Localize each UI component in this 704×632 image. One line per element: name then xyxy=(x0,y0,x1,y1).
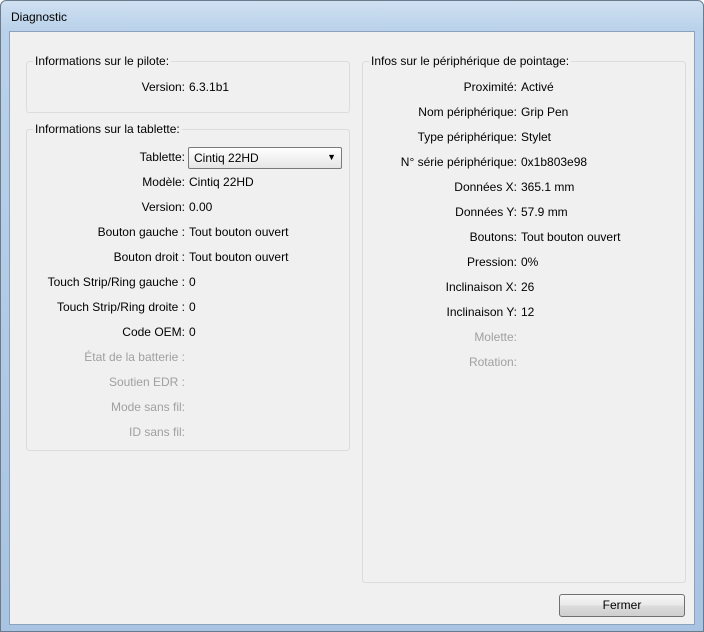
info-row-value: 0% xyxy=(521,255,539,269)
info-row-value: Cintiq 22HD xyxy=(189,175,254,189)
info-row-value: 365.1 mm xyxy=(521,180,575,194)
info-row-label: Code OEM: xyxy=(122,325,185,339)
tablet-info-group-label: Informations sur la tablette: xyxy=(33,122,182,136)
info-row-label: Boutons: xyxy=(469,230,517,244)
window-title: Diagnostic xyxy=(11,10,68,24)
info-row-label: ID sans fil: xyxy=(128,425,185,439)
info-row: Modèle: Cintiq 22HD xyxy=(27,175,351,191)
driver-info-group: Informations sur le pilote: Version: 6.3… xyxy=(26,54,351,113)
info-row-label: Touch Strip/Ring droite : xyxy=(56,300,185,314)
info-row: État de la batterie : xyxy=(27,350,351,366)
tablet-select-value: Cintiq 22HD xyxy=(194,151,259,165)
tablet-select[interactable]: Cintiq 22HD ▼ xyxy=(188,147,342,169)
title-bar[interactable]: Diagnostic xyxy=(1,1,703,31)
info-row: ID sans fil: xyxy=(27,425,351,441)
driver-version-row: Version: 6.3.1b1 xyxy=(27,80,351,96)
info-row-value: Tout bouton ouvert xyxy=(521,230,621,244)
chevron-down-icon: ▼ xyxy=(327,152,336,162)
info-row: Soutien EDR : xyxy=(27,375,351,391)
info-row-label: Type périphérique: xyxy=(417,130,517,144)
info-row-label: Soutien EDR : xyxy=(108,375,185,389)
info-row: Touch Strip/Ring droite : 0 xyxy=(27,300,351,316)
tablet-label: Tablette: xyxy=(139,150,185,164)
info-row-label: Bouton gauche : xyxy=(97,225,185,239)
info-row: Nom périphérique: Grip Pen xyxy=(363,105,687,121)
info-row-value: 0x1b803e98 xyxy=(521,155,588,169)
info-row: Données Y: 57.9 mm xyxy=(363,205,687,221)
info-row: Données X: 365.1 mm xyxy=(363,180,687,196)
info-row-value: Grip Pen xyxy=(521,105,569,119)
info-row-label: Molette: xyxy=(474,330,517,344)
info-row-label: État de la batterie : xyxy=(84,350,185,364)
driver-info-group-label: Informations sur le pilote: xyxy=(33,54,172,68)
info-row-label: Rotation: xyxy=(468,355,517,369)
info-row: Type périphérique: Stylet xyxy=(363,130,687,146)
info-row: Boutons: Tout bouton ouvert xyxy=(363,230,687,246)
info-row: Rotation: xyxy=(363,355,687,371)
info-row-value: 0 xyxy=(189,325,196,339)
pointer-info-group: Infos sur le périphérique de pointage: P… xyxy=(362,54,687,583)
info-row-label: Données Y: xyxy=(455,205,517,219)
info-row: Code OEM: 0 xyxy=(27,325,351,341)
info-row-label: Proximité: xyxy=(463,80,517,94)
info-row-value: Activé xyxy=(521,80,554,94)
info-row: Bouton droit : Tout bouton ouvert xyxy=(27,250,351,266)
driver-version-label: Version: xyxy=(141,80,185,94)
info-row: Molette: xyxy=(363,330,687,346)
info-row-value: 26 xyxy=(521,280,535,294)
info-row-label: Données X: xyxy=(454,180,517,194)
info-row-value: Tout bouton ouvert xyxy=(189,250,289,264)
info-row-value: 0.00 xyxy=(189,200,213,214)
info-row-value: 12 xyxy=(521,305,535,319)
info-row-label: Touch Strip/Ring gauche : xyxy=(47,275,185,289)
info-row-label: Pression: xyxy=(466,255,517,269)
info-row: Proximité: Activé xyxy=(363,80,687,96)
info-row: Inclinaison X: 26 xyxy=(363,280,687,296)
info-row-value: Stylet xyxy=(521,130,552,144)
info-row-label: Version: xyxy=(141,200,185,214)
diagnostic-window: Diagnostic Informations sur le pilote: V… xyxy=(0,0,704,632)
info-row-value: 57.9 mm xyxy=(521,205,568,219)
info-row: N° série périphérique: 0x1b803e98 xyxy=(363,155,687,171)
dialog-content: Informations sur le pilote: Version: 6.3… xyxy=(9,31,695,625)
info-row: Mode sans fil: xyxy=(27,400,351,416)
info-row: Pression: 0% xyxy=(363,255,687,271)
info-row-label: Mode sans fil: xyxy=(110,400,185,414)
info-row-label: Inclinaison X: xyxy=(445,280,517,294)
close-button[interactable]: Fermer xyxy=(559,594,685,617)
info-row-label: Bouton droit : xyxy=(113,250,185,264)
info-row-label: Inclinaison Y: xyxy=(446,305,518,319)
tablet-info-group: Informations sur la tablette: Tablette: … xyxy=(26,122,351,451)
driver-version-value: 6.3.1b1 xyxy=(189,80,230,94)
pointer-info-group-label: Infos sur le périphérique de pointage: xyxy=(369,54,572,68)
info-row: Touch Strip/Ring gauche : 0 xyxy=(27,275,351,291)
info-row-label: N° série périphérique: xyxy=(400,155,517,169)
info-row-value: 0 xyxy=(189,300,196,314)
info-row: Bouton gauche : Tout bouton ouvert xyxy=(27,225,351,241)
info-row-value: 0 xyxy=(189,275,196,289)
info-row-value: Tout bouton ouvert xyxy=(189,225,289,239)
info-row: Version: 0.00 xyxy=(27,200,351,216)
info-row: Inclinaison Y: 12 xyxy=(363,305,687,321)
info-row-label: Nom périphérique: xyxy=(418,105,517,119)
info-row-label: Modèle: xyxy=(142,175,185,189)
